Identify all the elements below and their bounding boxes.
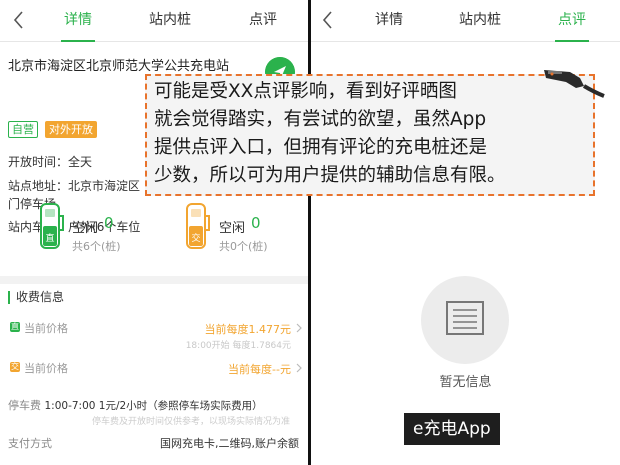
fee-section-title: 收费信息 [8, 291, 64, 304]
caption-line: 提供点评入口，但拥有评论的充电桩还是 [154, 137, 488, 158]
address-row: 站点地址：北京市海淀区 [8, 177, 140, 194]
tab-piles[interactable]: 站内桩 [135, 0, 205, 42]
tab-details[interactable]: 详情 [354, 0, 424, 42]
empty-state-circle [421, 276, 509, 364]
empty-document-icon [446, 301, 484, 335]
tab-reviews[interactable]: 点评 [228, 0, 298, 42]
section-gap [0, 276, 309, 284]
dc-price-label: 当前价格 [24, 322, 68, 335]
top-tab-bar: 详情 站内桩 点评 [311, 0, 620, 42]
parking-fee-note: 停车费及开放时间仅供参考，以现场实际情况为准 [92, 417, 291, 427]
open-to-public-tag: 对外开放 [45, 121, 97, 138]
payment-label: 支付方式 [8, 437, 52, 450]
ac-price-value: 当前每度--元 [228, 363, 291, 376]
svg-text:交: 交 [191, 232, 200, 244]
annotation-caption: 可能是受XX点评影响，看到好评晒图 就会觉得踏实，有尝试的欲望，虽然App 提供… [145, 74, 595, 196]
app-watermark: e充电App [404, 413, 500, 445]
payment-value: 国网充电卡,二维码,账户余额 [160, 437, 299, 450]
self-operated-tag: 自营 [8, 121, 38, 138]
left-screen: 详情 站内桩 点评 北京市海淀区北京师范大学公共充电站 自营 对外开放 开放时间… [0, 0, 309, 465]
parking-fee-value: 1:00-7:00 1元/2小时（参照停车场实际费用） [44, 400, 263, 412]
chevron-right-icon[interactable] [295, 363, 303, 373]
tab-reviews[interactable]: 点评 [537, 0, 607, 42]
back-chevron-icon[interactable] [6, 6, 32, 34]
dc-price-sub: 18:00开始 每度1.7864元 [185, 341, 291, 351]
tab-details[interactable]: 详情 [43, 0, 113, 42]
empty-state-text: 暂无信息 [439, 375, 492, 390]
svg-text:直: 直 [45, 232, 54, 244]
open-time-value: 全天 [68, 155, 93, 169]
open-time-row: 开放时间：全天 [8, 153, 92, 170]
dc-price-value: 当前每度1.477元 [204, 323, 292, 336]
parking-fee-row: 停车费 1:00-7:00 1元/2小时（参照停车场实际费用） [8, 397, 263, 413]
top-tab-bar: 详情 站内桩 点评 [0, 0, 309, 42]
chevron-right-icon[interactable] [295, 323, 303, 333]
ac-pile-count: 0 [251, 214, 261, 232]
ac-pile-total: 共0个(桩) [219, 240, 268, 253]
dc-pile-status: 空闲 [72, 221, 99, 236]
ac-price-label: 当前价格 [24, 362, 68, 375]
dc-charger-icon: 直 [40, 203, 64, 249]
dc-pile-total: 共6个(桩) [72, 240, 121, 253]
parking-fee-label: 停车费 [8, 399, 41, 412]
ac-price-icon: 交 [10, 362, 20, 372]
open-time-label: 开放时间： [8, 155, 69, 169]
caption-line: 可能是受XX点评影响，看到好评晒图 [154, 81, 457, 102]
address-value: 北京市海淀区 [68, 179, 141, 193]
ac-charger-icon: 交 [186, 203, 210, 249]
station-name: 北京市海淀区北京师范大学公共充电站 [8, 59, 230, 74]
back-chevron-icon[interactable] [315, 6, 341, 34]
caption-line: 就会觉得踏实，有尝试的欲望，虽然App [154, 109, 487, 130]
dc-price-icon: 直 [10, 322, 20, 332]
caption-line: 少数，所以可为用户提供的辅助信息有限。 [154, 165, 506, 186]
tab-piles[interactable]: 站内桩 [445, 0, 515, 42]
charging-plug-icon [544, 70, 605, 98]
address-label: 站点地址： [8, 179, 69, 193]
dc-pile-count: 0 [104, 214, 114, 232]
ac-pile-status: 空闲 [219, 221, 246, 236]
